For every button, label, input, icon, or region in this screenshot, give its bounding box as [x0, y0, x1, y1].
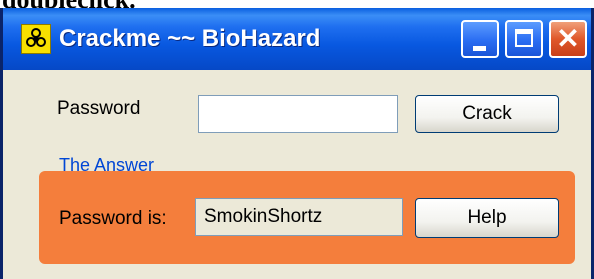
minimize-button[interactable] [461, 20, 499, 58]
biohazard-icon [21, 24, 51, 54]
help-button[interactable]: Help [415, 198, 559, 238]
answer-group-label: The Answer [59, 155, 155, 175]
password-label: Password [57, 98, 141, 119]
password-is-label: Password is: [59, 208, 167, 229]
password-answer-field[interactable]: SmokinShortz [195, 198, 403, 236]
crackme-window: Crackme ~~ BioHazard ✕ Password Crack Th… [0, 8, 594, 279]
close-button[interactable]: ✕ [549, 20, 587, 58]
crack-button[interactable]: Crack [415, 95, 559, 133]
minimize-icon [473, 46, 486, 51]
maximize-button[interactable] [505, 20, 543, 58]
close-icon: ✕ [556, 23, 580, 54]
window-title: Crackme ~~ BioHazard [59, 25, 321, 52]
password-input[interactable] [198, 95, 398, 133]
maximize-icon [515, 29, 533, 47]
title-bar[interactable]: Crackme ~~ BioHazard ✕ [3, 8, 591, 70]
